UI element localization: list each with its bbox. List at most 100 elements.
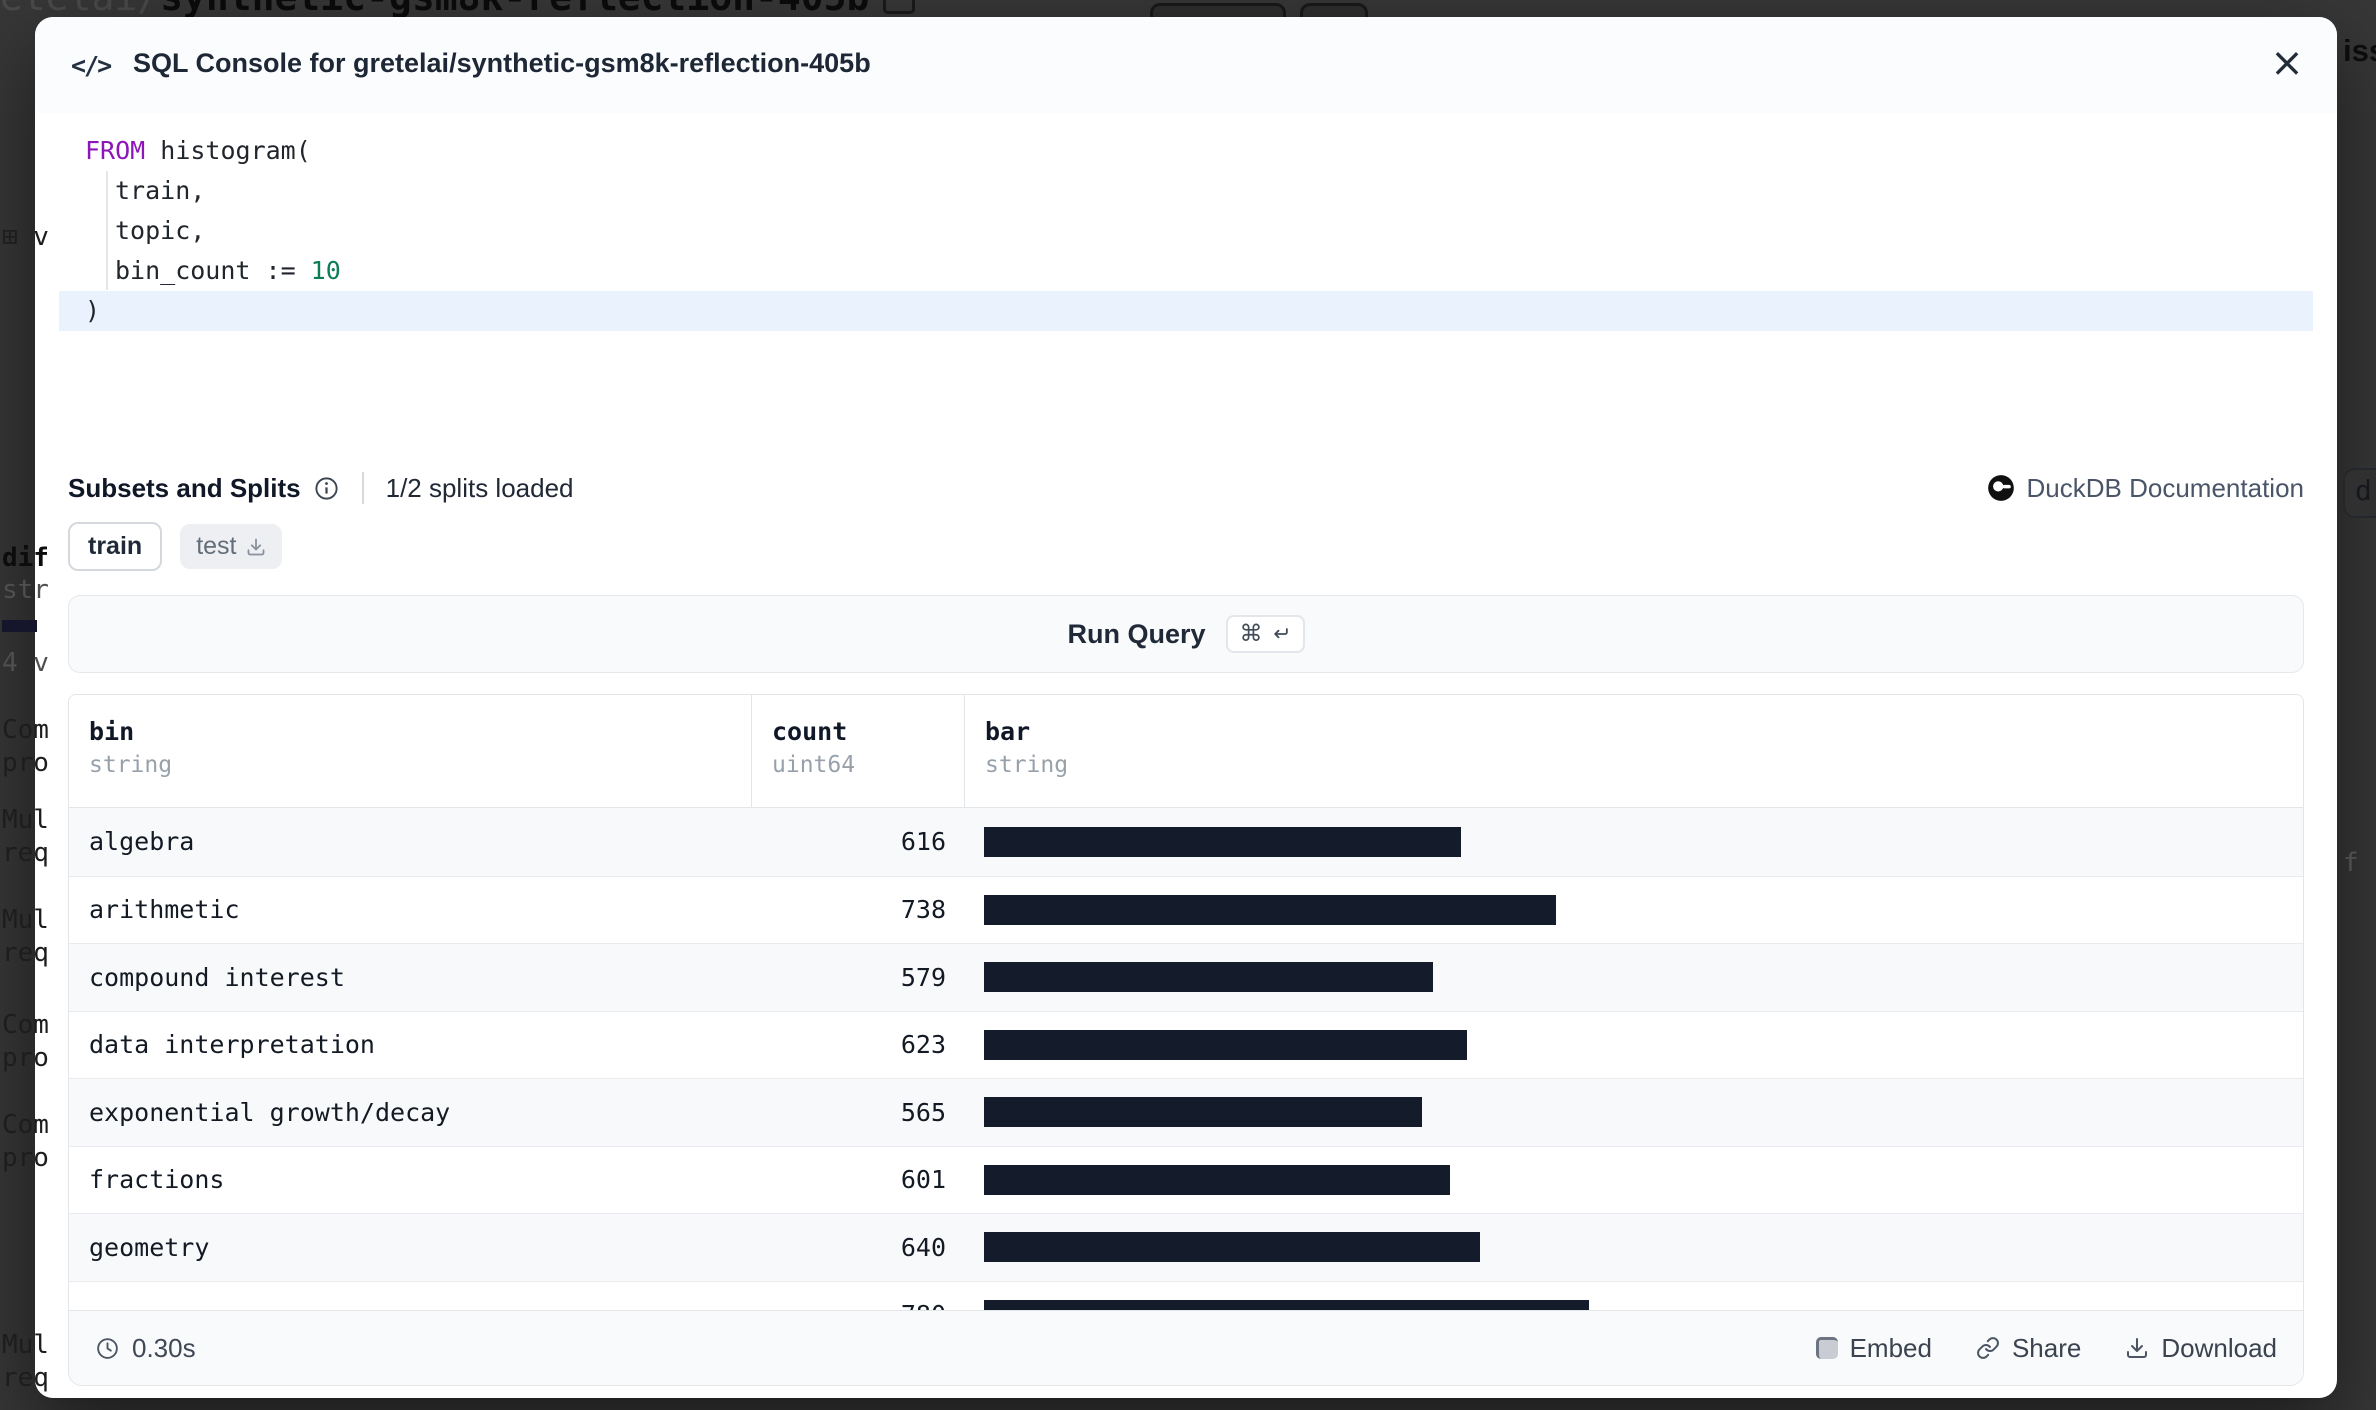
code-line[interactable]: topic, xyxy=(59,211,2313,251)
cell-bar xyxy=(964,1030,2303,1060)
modal-title: SQL Console for gretelai/synthetic-gsm8k… xyxy=(133,48,871,79)
background-page-header: etelai/synthetic-gsm8k-reflection-405b xyxy=(0,0,2376,17)
link-icon xyxy=(1976,1336,2000,1360)
sql-keyword: FROM xyxy=(85,136,145,165)
histogram-bar xyxy=(984,1300,1589,1310)
cell-bin: exponential growth/decay xyxy=(69,1098,751,1127)
results-table: bin string count uint64 bar string algeb… xyxy=(68,694,2304,1386)
histogram-bar xyxy=(984,1030,1467,1060)
background-fragment: pro xyxy=(2,1143,49,1173)
keyboard-shortcut-badge: ⌘ xyxy=(1226,615,1305,653)
cell-count: 780 xyxy=(751,1300,964,1310)
cell-count: 738 xyxy=(751,895,964,924)
download-button[interactable]: Download xyxy=(2125,1333,2277,1364)
cell-bin: data interpretation xyxy=(69,1030,751,1059)
sql-text: topic, xyxy=(115,216,205,245)
background-fragment: pro xyxy=(2,1043,49,1073)
code-line[interactable]: ) xyxy=(59,291,2313,331)
split-button-train[interactable]: train xyxy=(68,522,162,571)
cell-bin: algebra xyxy=(69,827,751,856)
background-fragment: Com xyxy=(2,1010,49,1040)
background-repo-title: synthetic-gsm8k-reflection-405b xyxy=(160,0,869,17)
results-footer: 0.30s Embed Share xyxy=(69,1310,2303,1385)
info-icon[interactable] xyxy=(313,475,340,502)
cell-bar xyxy=(964,895,2303,925)
cell-bin: fractions xyxy=(69,1165,751,1194)
clock-icon xyxy=(95,1336,120,1361)
duckdb-documentation-link[interactable]: DuckDB Documentation xyxy=(1987,468,2304,508)
cell-bar xyxy=(964,827,2303,857)
table-header-row: bin string count uint64 bar string xyxy=(69,695,2303,808)
embed-icon xyxy=(1816,1337,1838,1359)
column-header-count: count uint64 xyxy=(751,695,964,807)
cell-bin: arithmetic xyxy=(69,895,751,924)
splits-loaded-status: 1/2 splits loaded xyxy=(386,473,574,504)
histogram-bar xyxy=(984,895,1556,925)
copy-icon xyxy=(883,0,915,14)
command-key-icon: ⌘ xyxy=(1240,621,1263,647)
table-row: fractions601 xyxy=(69,1146,2303,1214)
background-fragment: Com xyxy=(2,715,49,745)
background-fragment: Com xyxy=(2,1110,49,1140)
share-button[interactable]: Share xyxy=(1976,1333,2081,1364)
histogram-bar xyxy=(984,1232,1480,1262)
background-repo-prefix: etelai/ xyxy=(0,0,160,17)
background-fragment: Mul xyxy=(2,905,49,935)
background-fragment: Mul xyxy=(2,1330,49,1360)
cell-count: 616 xyxy=(751,827,964,856)
sql-text: ) xyxy=(85,296,100,325)
cell-bar xyxy=(964,1300,2303,1310)
table-row: geometry640 xyxy=(69,1213,2303,1281)
background-like-button xyxy=(1150,3,1286,17)
table-row: 780 xyxy=(69,1281,2303,1311)
cell-count: 579 xyxy=(751,963,964,992)
table-row: data interpretation623 xyxy=(69,1011,2303,1079)
table-row: arithmetic738 xyxy=(69,876,2303,944)
table-row: algebra616 xyxy=(69,808,2303,876)
download-icon xyxy=(2125,1336,2149,1360)
histogram-bar xyxy=(984,1097,1422,1127)
sql-text: histogram( xyxy=(145,136,311,165)
code-icon: </> xyxy=(71,51,110,80)
indent-guide xyxy=(106,171,108,290)
table-row: compound interest579 xyxy=(69,943,2303,1011)
cell-bar xyxy=(964,1097,2303,1127)
run-query-button[interactable]: Run Query ⌘ xyxy=(68,595,2304,673)
column-header-bar: bar string xyxy=(964,695,2303,807)
histogram-bar xyxy=(984,1165,1450,1195)
background-fragment: ⊞ v xyxy=(2,222,49,252)
splits-row: train test xyxy=(68,522,282,571)
cell-count: 623 xyxy=(751,1030,964,1059)
divider xyxy=(362,472,364,504)
code-line[interactable]: FROM histogram( xyxy=(59,131,2313,171)
background-fragment: req xyxy=(2,1363,49,1393)
column-header-bin: bin string xyxy=(69,695,751,807)
background-fragment: Mul xyxy=(2,805,49,835)
background-fragment: 4 v xyxy=(2,648,49,678)
cell-count: 601 xyxy=(751,1165,964,1194)
cell-bin: geometry xyxy=(69,1233,751,1262)
cell-bin: compound interest xyxy=(69,963,751,992)
background-fragment xyxy=(2,620,37,632)
query-duration: 0.30s xyxy=(95,1333,196,1364)
cell-bar xyxy=(964,962,2303,992)
background-fragment: dif xyxy=(2,543,49,573)
split-button-test[interactable]: test xyxy=(180,524,282,569)
cell-count: 565 xyxy=(751,1098,964,1127)
sql-text: train, xyxy=(115,176,205,205)
embed-button[interactable]: Embed xyxy=(1816,1333,1932,1364)
close-icon[interactable]: × xyxy=(2263,39,2311,87)
background-fragment: pro xyxy=(2,748,49,778)
histogram-bar xyxy=(984,827,1461,857)
code-line[interactable]: bin_count := 10 xyxy=(59,251,2313,291)
cell-bar xyxy=(964,1232,2303,1262)
cell-count: 640 xyxy=(751,1233,964,1262)
download-icon xyxy=(246,537,266,557)
sql-number: 10 xyxy=(311,256,341,285)
background-fragment: req xyxy=(2,838,49,868)
subsets-and-splits-row: Subsets and Splits 1/2 splits loaded xyxy=(68,468,574,508)
sql-editor[interactable]: FROM histogram( train, topic, bin_count := … xyxy=(35,113,2337,465)
background-badge xyxy=(1300,3,1368,17)
cell-bar xyxy=(964,1165,2303,1195)
code-line[interactable]: train, xyxy=(59,171,2313,211)
